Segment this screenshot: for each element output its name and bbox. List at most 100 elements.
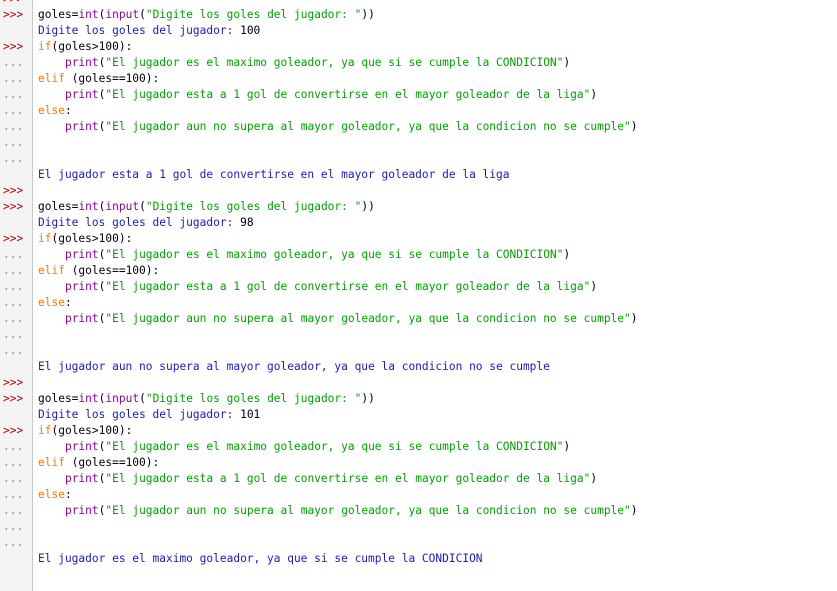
code-token: El jugador esta a 1 gol de convertirse e… bbox=[38, 168, 510, 181]
continuation-prompt: ... bbox=[3, 264, 24, 277]
code-token: if bbox=[38, 424, 52, 437]
code-token: (goles==100): bbox=[64, 456, 160, 469]
line-content: print("El jugador aun no supera al mayor… bbox=[38, 119, 638, 135]
shell-line[interactable]: ... print("El jugador esta a 1 gol de co… bbox=[0, 471, 837, 487]
line-content: Digite los goles del jugador: 100 bbox=[38, 23, 260, 39]
shell-line[interactable]: ... bbox=[0, 535, 837, 551]
line-content: El jugador es el maximo goleador, ya que… bbox=[38, 551, 483, 567]
code-token: )) bbox=[361, 8, 375, 21]
line-content: print("El jugador es el maximo goleador,… bbox=[38, 247, 570, 263]
shell-line[interactable]: >>> if(goles>100): bbox=[0, 423, 837, 439]
code-token: ( bbox=[139, 8, 146, 21]
code-token: : bbox=[64, 488, 72, 501]
line-content: Digite los goles del jugador: 98 bbox=[38, 215, 254, 231]
shell-line[interactable]: Digite los goles del jugador: 98 bbox=[0, 215, 837, 231]
shell-line[interactable]: ... elif (goles==100): bbox=[0, 71, 837, 87]
shell-line[interactable]: El jugador aun no supera al mayor golead… bbox=[0, 359, 837, 375]
code-token: "Digite los goles del jugador: " bbox=[145, 392, 362, 405]
shell-line[interactable]: ... else: bbox=[0, 103, 837, 119]
shell-line[interactable]: ... print("El jugador aun no supera al m… bbox=[0, 119, 837, 135]
line-content: elif (goles==100): bbox=[38, 455, 159, 471]
code-token: (goles>100): bbox=[51, 232, 133, 245]
primary-prompt: >>> bbox=[3, 376, 24, 389]
code-token: El jugador aun no supera al mayor golead… bbox=[38, 360, 550, 373]
shell-line[interactable]: >>> bbox=[0, 183, 837, 199]
code-token: print bbox=[64, 88, 99, 101]
shell-line[interactable]: ... print("El jugador es el maximo golea… bbox=[0, 247, 837, 263]
shell-line[interactable]: ... elif (goles==100): bbox=[0, 455, 837, 471]
continuation-prompt: ... bbox=[3, 104, 24, 117]
shell-line[interactable]: >>> bbox=[0, 0, 837, 7]
code-token: else bbox=[38, 488, 65, 501]
shell-line[interactable]: >>> bbox=[0, 375, 837, 391]
code-token: int bbox=[78, 392, 99, 405]
code-token: if bbox=[38, 40, 52, 53]
code-token: else bbox=[38, 104, 65, 117]
continuation-prompt: ... bbox=[3, 328, 24, 341]
code-token: elif bbox=[38, 264, 65, 277]
code-token: goles= bbox=[38, 8, 79, 21]
code-token: "El jugador es el maximo goleador, ya qu… bbox=[105, 440, 564, 453]
continuation-prompt: ... bbox=[3, 488, 24, 501]
shell-line[interactable]: ... print("El jugador esta a 1 gol de co… bbox=[0, 87, 837, 103]
code-token: "El jugador es el maximo goleador, ya qu… bbox=[105, 248, 564, 261]
shell-line[interactable]: >>> goles=int(input("Digite los goles del… bbox=[0, 7, 837, 23]
code-token: print bbox=[64, 472, 99, 485]
line-content: El jugador esta a 1 gol de convertirse e… bbox=[38, 167, 509, 183]
code-token: print bbox=[64, 280, 99, 293]
code-token: (goles==100): bbox=[64, 264, 160, 277]
code-token: (goles>100): bbox=[51, 40, 133, 53]
code-token: print bbox=[64, 120, 99, 133]
shell-line[interactable]: El jugador esta a 1 gol de convertirse e… bbox=[0, 167, 837, 183]
shell-line[interactable]: ... bbox=[0, 135, 837, 151]
shell-line[interactable]: ... bbox=[0, 519, 837, 535]
shell-line[interactable]: ... bbox=[0, 151, 837, 167]
line-content: elif (goles==100): bbox=[38, 71, 159, 87]
shell-line[interactable]: Digite los goles del jugador: 100 bbox=[0, 23, 837, 39]
code-token: Digite los goles del jugador: bbox=[38, 408, 241, 421]
line-content: if(goles>100): bbox=[38, 231, 132, 247]
code-token: ) bbox=[630, 120, 638, 133]
code-token: )) bbox=[361, 200, 375, 213]
shell-line[interactable]: ... else: bbox=[0, 487, 837, 503]
shell-line[interactable]: ... bbox=[0, 343, 837, 359]
line-content: goles=int(input("Digite los goles del ju… bbox=[38, 391, 375, 407]
shell-line[interactable]: >>> if(goles>100): bbox=[0, 39, 837, 55]
shell-line[interactable]: >>> goles=int(input("Digite los goles del… bbox=[0, 199, 837, 215]
line-content: Digite los goles del jugador: 101 bbox=[38, 407, 260, 423]
code-token: 100 bbox=[240, 24, 261, 37]
line-content: elif (goles==100): bbox=[38, 263, 159, 279]
code-token: print bbox=[64, 440, 99, 453]
continuation-prompt: ... bbox=[3, 72, 24, 85]
shell-output[interactable]: >>> >>> goles=int(input("Digite los goles … bbox=[0, 0, 837, 567]
shell-line[interactable]: ... bbox=[0, 327, 837, 343]
shell-line[interactable]: Digite los goles del jugador: 101 bbox=[0, 407, 837, 423]
shell-line[interactable]: ... print("El jugador aun no supera al m… bbox=[0, 503, 837, 519]
code-token: print bbox=[64, 312, 99, 325]
shell-line[interactable]: El jugador es el maximo goleador, ya que… bbox=[0, 551, 837, 567]
python-shell[interactable]: >>> >>> goles=int(input("Digite los goles … bbox=[0, 0, 837, 591]
code-token: "El jugador esta a 1 gol de convertirse … bbox=[105, 280, 591, 293]
continuation-prompt: ... bbox=[3, 152, 24, 165]
shell-line[interactable]: ... print("El jugador es el maximo golea… bbox=[0, 55, 837, 71]
shell-line[interactable]: >>> if(goles>100): bbox=[0, 231, 837, 247]
code-token: "Digite los goles del jugador: " bbox=[145, 200, 362, 213]
continuation-prompt: ... bbox=[3, 440, 24, 453]
shell-line[interactable]: ... else: bbox=[0, 295, 837, 311]
code-token: else bbox=[38, 296, 65, 309]
shell-line[interactable]: ... elif (goles==100): bbox=[0, 263, 837, 279]
code-token: 101 bbox=[240, 408, 261, 421]
shell-line[interactable]: ... print("El jugador aun no supera al m… bbox=[0, 311, 837, 327]
shell-line[interactable]: ... print("El jugador es el maximo golea… bbox=[0, 439, 837, 455]
line-content: if(goles>100): bbox=[38, 39, 132, 55]
shell-line[interactable]: >>> goles=int(input("Digite los goles del… bbox=[0, 391, 837, 407]
continuation-prompt: ... bbox=[3, 504, 24, 517]
primary-prompt: >>> bbox=[3, 392, 24, 405]
shell-line[interactable]: ... print("El jugador esta a 1 gol de co… bbox=[0, 279, 837, 295]
code-token: print bbox=[64, 56, 99, 69]
